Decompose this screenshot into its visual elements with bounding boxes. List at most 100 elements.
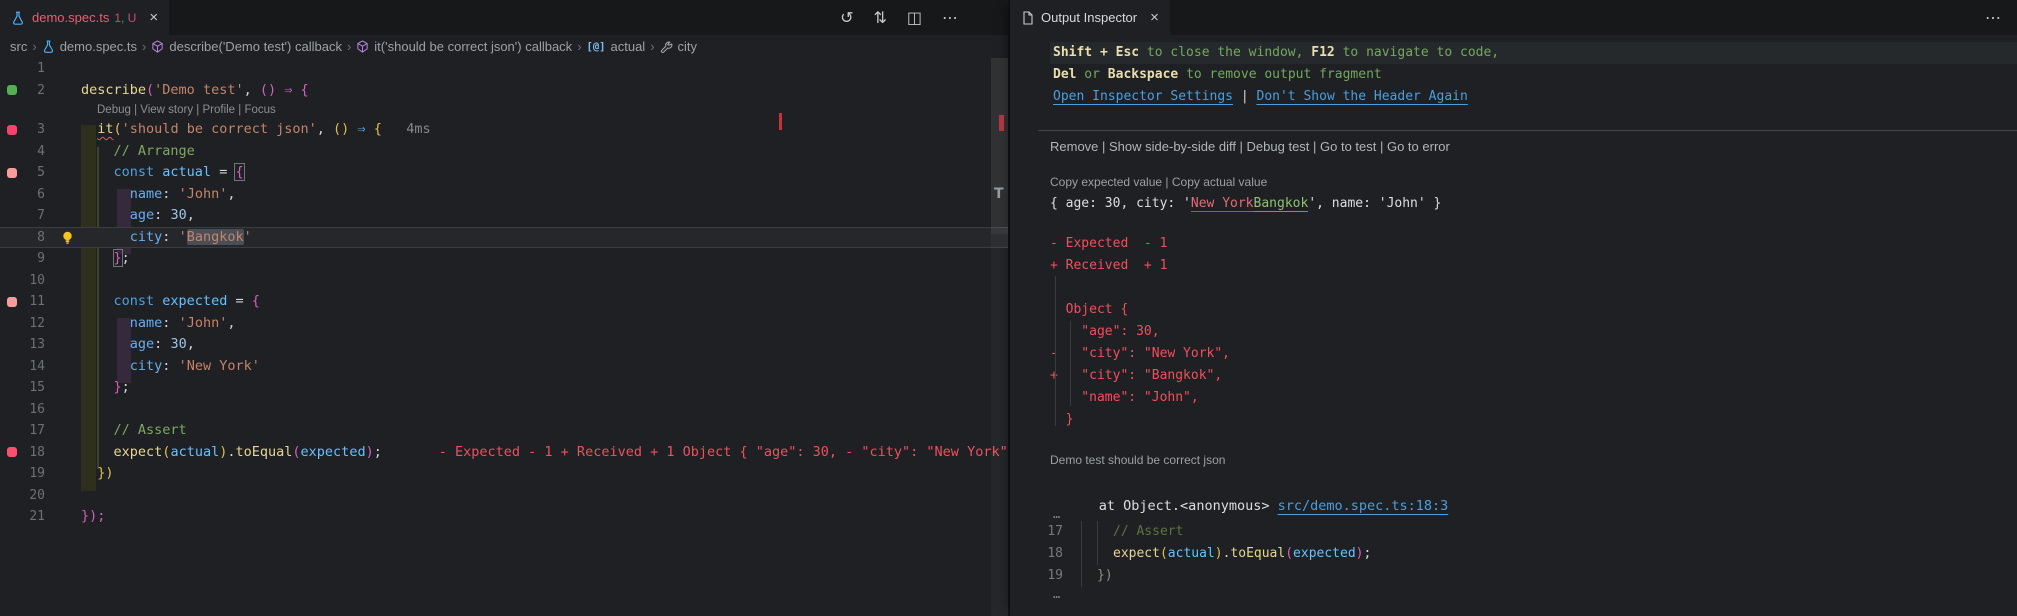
token-fn: it: [97, 121, 114, 137]
breadcrumb-label: demo.spec.ts: [59, 39, 138, 54]
snippet-line: 19}): [1010, 565, 2017, 587]
code-line[interactable]: 7 age: 30,: [0, 205, 1008, 227]
token-pr: city: [129, 228, 163, 245]
expected-received-diff: - Expected - 1 + Received + 1 Object { "a…: [1010, 233, 2017, 431]
breadcrumb-label: city: [677, 39, 698, 54]
code-line[interactable]: 6 name: 'John',: [0, 184, 1008, 206]
chevron-right-icon: ›: [346, 39, 352, 54]
codelens-actions[interactable]: Debug | View story | Profile | Focus: [0, 101, 1008, 119]
diff-line: "age": 30,: [1050, 324, 1160, 339]
close-icon[interactable]: ×: [149, 10, 158, 25]
token-g: [1081, 543, 1097, 565]
code-line[interactable]: 12 name: 'John',: [0, 313, 1008, 335]
token-b1: }: [113, 379, 122, 395]
token-cmt: // Assert: [113, 422, 187, 438]
breadcrumb-label: it('should be correct json') callback: [374, 39, 573, 54]
code-line[interactable]: 5 const actual = {: [0, 162, 1008, 184]
token-fn: expect: [113, 443, 163, 460]
output-inspector-content: Shift + Esc to close the window, F12 to …: [1010, 35, 2017, 616]
code-line[interactable]: 14 city: 'New York': [0, 356, 1008, 378]
token-ar: ⇒: [357, 121, 366, 137]
code-line[interactable]: 10: [0, 270, 1008, 292]
stack-location-link[interactable]: src/demo.spec.ts:18:3: [1278, 498, 1449, 514]
token-fn: expect: [1113, 546, 1160, 561]
scrollbar-slider[interactable]: [991, 58, 1008, 234]
code-line[interactable]: 19 }): [0, 463, 1008, 485]
more-actions-icon[interactable]: ⋯: [942, 8, 958, 27]
copy-value-actions[interactable]: Copy expected value | Copy actual value: [1050, 175, 2017, 189]
breadcrumb-item[interactable]: city: [660, 39, 698, 54]
token-fn: describe: [81, 81, 147, 98]
line-number: 13: [29, 337, 45, 352]
code-line[interactable]: 9 };: [0, 248, 1008, 270]
code-line[interactable]: 1: [0, 58, 1008, 80]
breadcrumb-item[interactable]: it('should be correct json') callback: [356, 39, 572, 54]
key-hint: Shift + Esc: [1053, 45, 1140, 60]
indent-guide: [1055, 276, 1056, 426]
inspector-link[interactable]: Open Inspector Settings: [1053, 89, 1233, 104]
token-pr: age: [129, 207, 155, 223]
coverage-indicator-pink: [7, 167, 17, 178]
scrollbar[interactable]: T: [991, 58, 1008, 616]
code-line[interactable]: 2 describe('Demo test', () ⇒ {: [0, 80, 1008, 102]
breadcrumb-item[interactable]: src: [10, 39, 27, 54]
token-pu: ,: [243, 81, 260, 98]
inspector-actions[interactable]: Remove | Show side-by-side diff | Debug …: [1050, 139, 2017, 154]
split-editor-icon[interactable]: ◫: [907, 8, 922, 27]
code-line[interactable]: 4 // Arrange: [0, 141, 1008, 163]
token-b1: });: [81, 508, 106, 524]
tab-bar-left: demo.spec.ts 1, U × ↺ ⇅ ◫ ⋯: [0, 0, 1008, 35]
tab-demo-spec-ts[interactable]: demo.spec.ts 1, U ×: [0, 0, 170, 35]
token: ', name: 'John' }: [1308, 196, 1442, 211]
code-line[interactable]: 8 city: 'Bangkok': [0, 226, 1008, 248]
line-number: 19: [29, 466, 45, 481]
code-editor[interactable]: 1 2 describe('Demo test', () ⇒ {Debug | Vi…: [0, 58, 1008, 616]
token-kw: const: [113, 164, 155, 180]
breadcrumb-item[interactable]: demo.spec.ts: [42, 39, 137, 54]
line-number: 12: [29, 315, 45, 331]
token-vr: expected: [1293, 546, 1356, 561]
history-icon[interactable]: ↺: [840, 8, 853, 27]
code-line[interactable]: 16: [0, 399, 1008, 421]
token-pu: ;: [121, 250, 130, 266]
code-line[interactable]: 15 };: [0, 377, 1008, 399]
key-hint: Del: [1053, 67, 1077, 82]
more-actions-icon[interactable]: ⋯: [1985, 0, 2001, 35]
snippet-line: 17 // Assert: [1010, 521, 2017, 543]
token-nu: 30: [170, 336, 187, 352]
token-pu: .: [227, 443, 236, 460]
close-icon[interactable]: ×: [1150, 10, 1159, 25]
line-number: 17: [29, 423, 45, 438]
overview-error-marker: [779, 113, 782, 130]
tab-output-inspector[interactable]: Output Inspector ×: [1010, 0, 1170, 35]
token-vr: actual: [170, 443, 220, 460]
compare-icon[interactable]: ⇅: [873, 8, 886, 27]
breadcrumb-item[interactable]: [@] actual: [587, 39, 646, 54]
code-line[interactable]: 20: [0, 485, 1008, 507]
inspector-link[interactable]: Don't Show the Header Again: [1257, 89, 1468, 104]
code-snippet: … 17// Assert 18 expect(actual).toEqual(exp…: [1010, 507, 2017, 601]
stack-frame: at Object.<anonymous> src/demo.spec.ts:1…: [1050, 473, 2017, 514]
hint-text: or: [1076, 67, 1108, 82]
token-pr: city: [129, 357, 163, 374]
token-b1: }: [112, 249, 123, 267]
snippet-line: 18 expect(actual).toEqual(expected);: [1010, 543, 2017, 565]
code-line[interactable]: 13 age: 30,: [0, 334, 1008, 356]
code-line[interactable]: 17 // Assert: [0, 420, 1008, 442]
lightbulb-icon[interactable]: [61, 231, 74, 245]
code-line[interactable]: 3 it('should be correct json', () ⇒ { 4m…: [0, 119, 1008, 141]
code-line[interactable]: 11 const expected = {: [0, 291, 1008, 313]
breadcrumb-label: describe('Demo test') callback: [169, 39, 342, 54]
cube-icon: [356, 40, 369, 53]
code-line[interactable]: 21});: [0, 506, 1008, 528]
tab-dirty-badge: 1, U: [114, 10, 137, 25]
code-line[interactable]: 18 expect(actual).toEqual(expected); - E…: [0, 442, 1008, 464]
diff-line: + "city": "Bangkok",: [1050, 368, 1223, 383]
breadcrumb-item[interactable]: describe('Demo test') callback: [151, 39, 342, 54]
